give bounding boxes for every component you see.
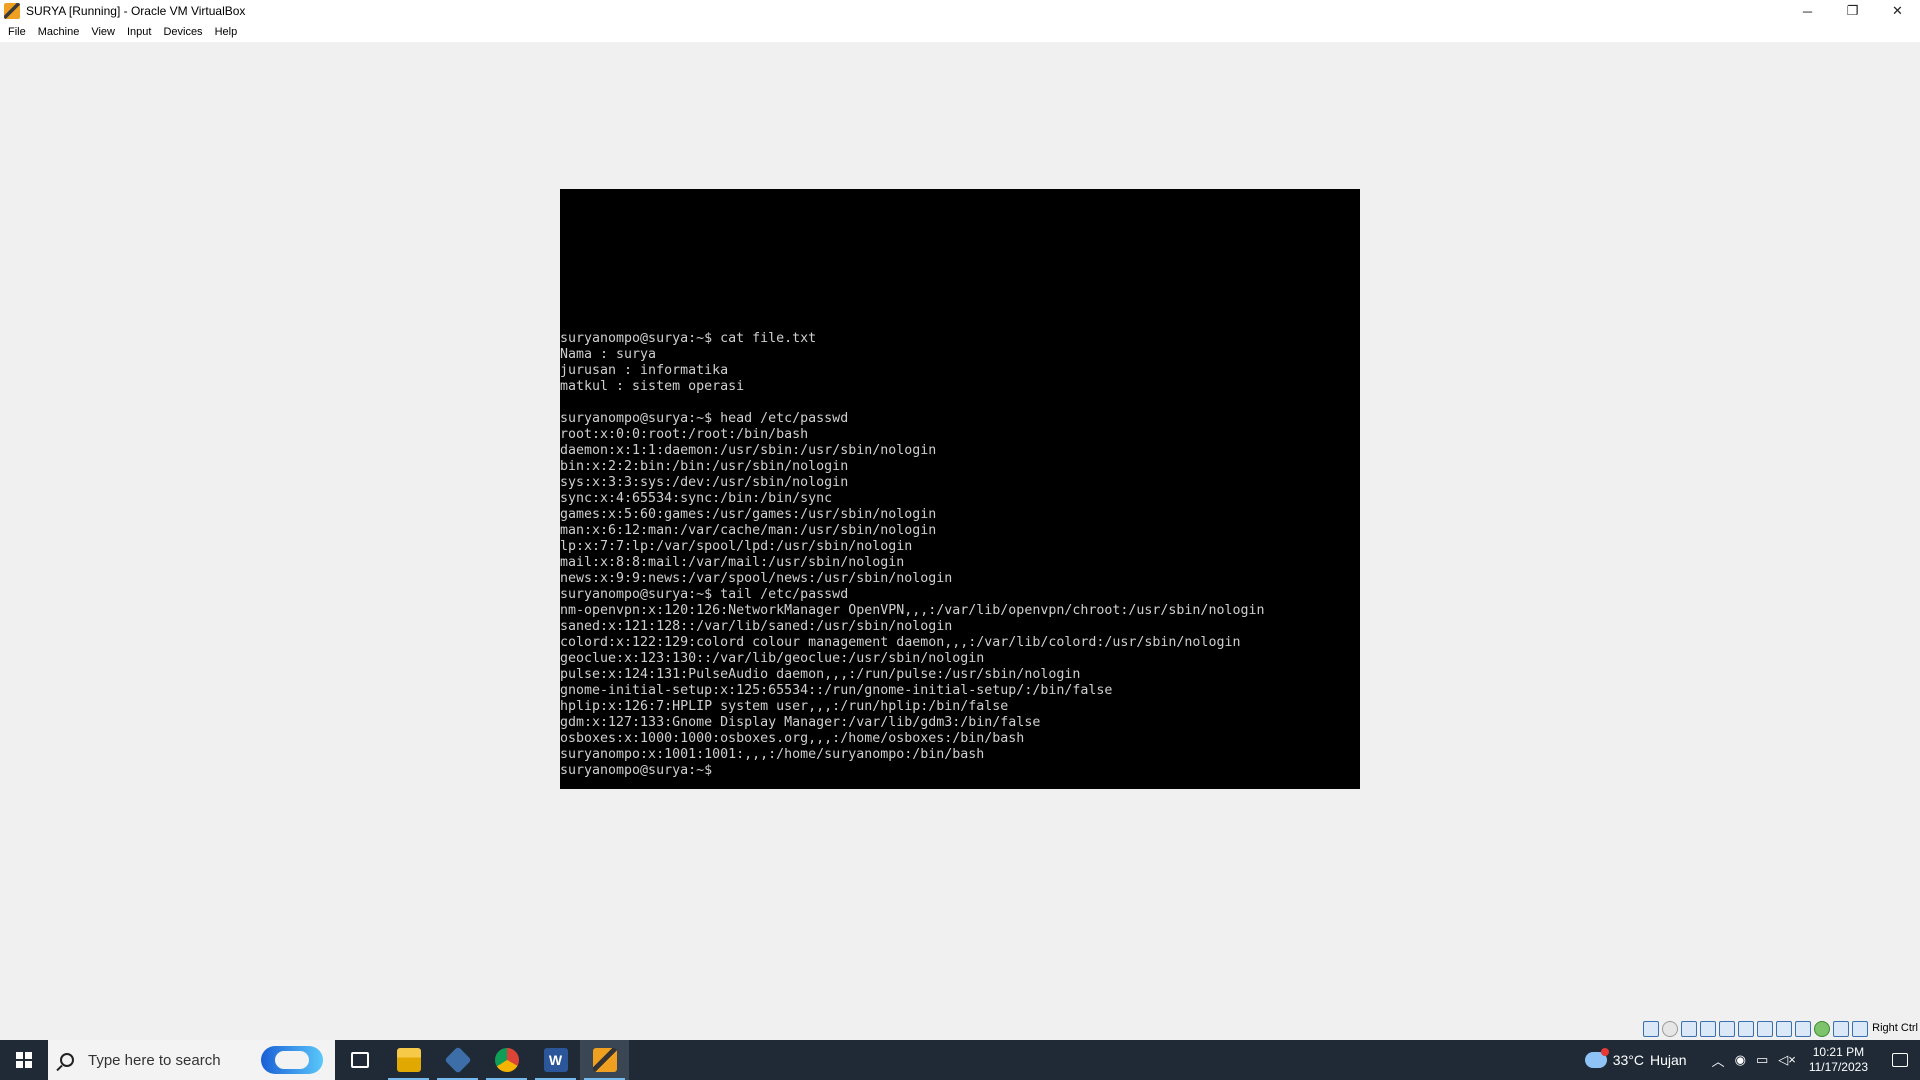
search-highlight-icon[interactable] [261,1046,323,1074]
weather-temp: 33°C [1612,1052,1644,1068]
window-controls: ─ ❐ ✕ [1785,0,1920,22]
network-icon[interactable] [1700,1021,1716,1037]
status-icons [1643,1021,1868,1037]
menu-devices[interactable]: Devices [157,22,208,42]
terminal-line: colord:x:122:129:colord colour managemen… [560,635,1241,650]
terminal-line: hplip:x:126:7:HPLIP system user,,,:/run/… [560,699,1009,714]
recording-icon[interactable] [1795,1021,1811,1037]
system-tray: 33°C Hujan ︿ ◉ ▭ ◁× 10:21 PM 11/17/2023 [1584,1040,1920,1080]
terminal-line: nm-openvpn:x:120:126:NetworkManager Open… [560,603,1265,618]
terminal-line: geoclue:x:123:130::/var/lib/geoclue:/usr… [560,651,985,666]
windows-logo-icon [16,1052,32,1068]
taskbar: Type here to search W 33°C Hujan ︿ ◉ ▭ ◁… [0,1040,1920,1080]
terminal-line: osboxes:x:1000:1000:osboxes.org,,,:/home… [560,731,1025,746]
terminal-line: root:x:0:0:root:/root:/bin/bash [560,427,809,442]
terminal-line: lp:x:7:7:lp:/var/spool/lpd:/usr/sbin/nol… [560,539,913,554]
terminal-line: Nama : surya [560,347,657,362]
cpu-icon[interactable] [1814,1021,1830,1037]
menu-bar: File Machine View Input Devices Help [0,22,1920,42]
chevron-up-icon[interactable]: ︿ [1712,1051,1725,1070]
vm-window-icon [592,1048,617,1072]
terminal-line: daemon:x:1:1:daemon:/usr/sbin:/usr/sbin/… [560,443,937,458]
vm-terminal-screen[interactable]: suryanompo@surya:~$ cat file.txt Nama : s… [560,189,1360,789]
weather-widget[interactable]: 33°C Hujan [1584,1048,1687,1068]
minimize-button[interactable]: ─ [1785,0,1830,22]
keyboard-icon[interactable] [1852,1021,1868,1037]
word-button[interactable]: W [531,1040,580,1080]
hard-disk-icon[interactable] [1643,1021,1659,1037]
terminal-line: man:x:6:12:man:/var/cache/man:/usr/sbin/… [560,523,937,538]
virtualbox-app-icon [4,3,20,19]
chrome-button[interactable] [482,1040,531,1080]
menu-file[interactable]: File [2,22,32,42]
optical-drive-icon[interactable] [1662,1021,1678,1037]
network-icon[interactable]: ▭ [1756,1052,1768,1068]
menu-help[interactable]: Help [209,22,244,42]
terminal-line: suryanompo@surya:~$ [560,763,713,778]
terminal-line: jurusan : informatika [560,363,729,378]
task-view-button[interactable] [335,1040,384,1080]
title-bar: SURYA [Running] - Oracle VM VirtualBox ─… [0,0,1920,22]
start-button[interactable] [0,1040,48,1080]
restore-button[interactable]: ❐ [1830,0,1875,22]
mouse-integration-icon[interactable] [1833,1021,1849,1037]
speaker-muted-icon[interactable]: ◁× [1778,1052,1796,1068]
terminal-line: news:x:9:9:news:/var/spool/news:/usr/sbi… [560,571,953,586]
terminal-line: mail:x:8:8:mail:/var/mail:/usr/sbin/nolo… [560,555,905,570]
virtualbox-icon [443,1046,472,1074]
clock-date: 11/17/2023 [1808,1060,1868,1074]
virtualbox-button[interactable] [433,1040,482,1080]
word-icon: W [543,1048,568,1072]
terminal-line: saned:x:121:128::/var/lib/saned:/usr/sbi… [560,619,953,634]
terminal-line: sync:x:4:65534:sync:/bin:/bin/sync [560,491,833,506]
taskbar-search[interactable]: Type here to search [48,1040,335,1080]
menu-view[interactable]: View [85,22,121,42]
terminal-line: sys:x:3:3:sys:/dev:/usr/sbin/nologin [560,475,849,490]
clock[interactable]: 10:21 PM 11/17/2023 [1809,1045,1868,1075]
terminal-line: matkul : sistem operasi [560,379,745,394]
weather-desc: Hujan [1649,1052,1687,1068]
terminal-line: suryanompo:x:1001:1001:,,,:/home/suryano… [560,747,985,762]
display-icon[interactable] [1757,1021,1773,1037]
camera-icon[interactable]: ◉ [1735,1052,1746,1068]
notifications-button[interactable] [1880,1040,1920,1080]
terminal-line: gnome-initial-setup:x:125:65534::/run/gn… [560,683,1113,698]
audio-icon[interactable] [1681,1021,1697,1037]
shared-folders-icon[interactable] [1738,1021,1754,1037]
chrome-icon [494,1048,519,1072]
host-key-label[interactable]: Right Ctrl [1872,1022,1918,1034]
vm-window-button[interactable] [580,1040,629,1080]
folder-icon [396,1048,421,1072]
window-title: SURYA [Running] - Oracle VM VirtualBox [26,4,246,18]
file-explorer-button[interactable] [384,1040,433,1080]
search-icon [60,1053,74,1067]
terminal-line: games:x:5:60:games:/usr/games:/usr/sbin/… [560,507,937,522]
cloud-rain-icon [1584,1048,1609,1068]
task-view-icon [350,1052,369,1068]
notification-icon [1892,1053,1908,1067]
terminal-line: pulse:x:124:131:PulseAudio daemon,,,:/ru… [560,667,1081,682]
terminal-line: suryanompo@surya:~$ head /etc/passwd [560,411,849,426]
clock-time: 10:21 PM [1812,1045,1865,1059]
terminal-line: bin:x:2:2:bin:/bin:/usr/sbin/nologin [560,459,849,474]
menu-input[interactable]: Input [121,22,157,42]
vm-status-bar: Right Ctrl [0,1018,1920,1040]
capture-icon[interactable] [1776,1021,1792,1037]
search-placeholder: Type here to search [88,1051,221,1069]
terminal-line: gdm:x:127:133:Gnome Display Manager:/var… [560,715,1041,730]
close-button[interactable]: ✕ [1875,0,1920,22]
terminal-line: suryanompo@surya:~$ tail /etc/passwd [560,587,849,602]
usb-icon[interactable] [1719,1021,1735,1037]
terminal-line: suryanompo@surya:~$ cat file.txt [560,331,817,346]
menu-machine[interactable]: Machine [32,22,86,42]
